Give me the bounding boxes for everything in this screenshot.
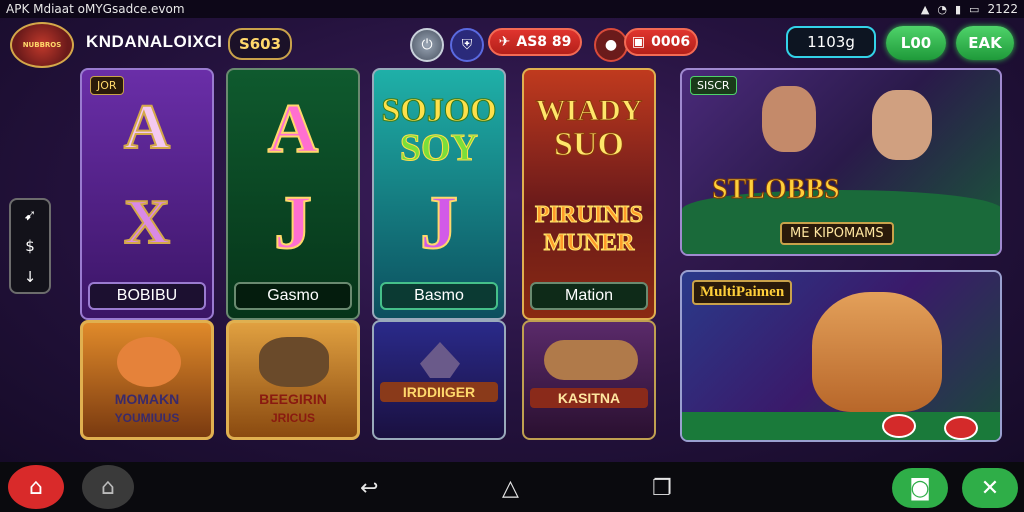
feature-banner[interactable]: MultiPaimen	[680, 270, 1002, 442]
feature-subtitle: ME KIPOMAMS	[780, 222, 894, 245]
chip-icon	[882, 414, 916, 438]
chat-icon[interactable]: ◙	[892, 468, 948, 508]
game-top-art: SOJOO	[381, 92, 497, 130]
feature-tag: SISCR	[690, 76, 737, 95]
logo-text: NUBBROS	[22, 41, 62, 49]
dollar-icon[interactable]: $	[25, 237, 35, 255]
feature-title: MultiPaimen	[692, 280, 793, 305]
login-button-label: L00	[900, 34, 932, 52]
signal-icon: ▮	[954, 2, 962, 16]
game-middle-art: X	[123, 185, 171, 258]
brand-title: KNDANALOIXCI	[86, 32, 223, 51]
mini-game-card[interactable]: KASITNA	[522, 320, 656, 440]
home-nav-icon[interactable]: △	[502, 476, 519, 501]
game-middle-art: J	[273, 180, 313, 266]
game-middle-art: J	[419, 180, 459, 266]
mini-game-card[interactable]: MOMAKN YOUMIUUS	[80, 320, 214, 440]
home-icon[interactable]: ⌂	[8, 465, 64, 509]
login-button[interactable]: L00	[886, 26, 946, 60]
game-card[interactable]: JOR A X BOBIBU	[80, 68, 214, 320]
game-label: Gasmo	[234, 282, 352, 310]
app-logo[interactable]: NUBBROS	[10, 22, 74, 68]
mini-game-card[interactable]: IRDDIIGER	[372, 320, 506, 440]
game-top-art: WIADY	[535, 94, 643, 128]
mini-game-title: BEEGIRIN	[259, 391, 327, 407]
bottom-navigation: ⌂ ⌂ ↩ △ ❐ ◙ ✕	[0, 462, 1024, 512]
game-top-art-2: SUO	[554, 126, 625, 164]
cat-character-icon	[117, 337, 181, 387]
status-left-text: APK Mdiaat oMYGsadce.evom	[6, 2, 185, 16]
dealer-avatar	[762, 86, 816, 152]
chip-icon	[944, 416, 978, 440]
android-icon: ▲	[920, 2, 930, 16]
status-time: 2122	[987, 2, 1018, 16]
feature-banner[interactable]: SISCR STLOBBS ME KIPOMAMS	[680, 68, 1002, 256]
garage-icon[interactable]: ⌂	[82, 465, 134, 509]
back-button[interactable]: EAK	[956, 26, 1014, 60]
close-icon[interactable]: ✕	[962, 468, 1018, 508]
coin-balance[interactable]: S603	[228, 28, 292, 60]
side-navigation: ➹ $ ↓	[9, 198, 51, 294]
mini-game-title: IRDDIIGER	[380, 382, 498, 402]
feature-title: STLOBBS	[712, 174, 841, 206]
game-middle-art: PIRUINIS	[534, 202, 644, 229]
cats-character-icon	[544, 340, 638, 380]
mini-game-subtitle: YOUMIUUS	[114, 411, 180, 425]
back-icon[interactable]: ↩	[360, 476, 378, 501]
mini-game-card[interactable]: BEEGIRIN JRICUS	[226, 320, 360, 440]
wifi-icon: ◔	[937, 2, 947, 16]
game-top-art-2: SOY	[399, 127, 479, 170]
back-button-label: EAK	[968, 34, 1002, 52]
game-card[interactable]: SOJOO SOY J Basmo	[372, 68, 506, 320]
shield-icon[interactable]: ⛨	[450, 28, 484, 62]
game-card[interactable]: WIADY SUO PIRUINIS MUNER Mation	[522, 68, 656, 320]
game-top-art: A	[267, 90, 320, 169]
arrow-icon[interactable]: ➹	[24, 206, 37, 224]
level-pill-value: 1103g	[807, 33, 855, 51]
game-top-art: A	[123, 90, 171, 163]
plane-icon: ✈	[498, 34, 511, 50]
game-label: Basmo	[380, 282, 498, 310]
tiger-character-icon	[812, 292, 942, 412]
coin-balance-value: S603	[238, 35, 282, 53]
game-label: BOBIBU	[88, 282, 206, 310]
down-icon[interactable]: ↓	[24, 268, 37, 286]
gem-icon[interactable]: ●	[594, 28, 628, 62]
mini-game-subtitle: JRICUS	[270, 411, 315, 425]
gift-pill[interactable]: ▣ 0006	[624, 28, 698, 56]
battery-icon: ▭	[969, 2, 980, 16]
top-bar: NUBBROS KNDANALOIXCI S603 ⏻ ⛨ ✈ AS8 89 ●…	[0, 18, 1024, 68]
mini-game-title: MOMAKN	[114, 391, 180, 407]
gift-icon: ▣	[631, 34, 646, 50]
bonus-pill[interactable]: ✈ AS8 89	[488, 28, 582, 56]
helmet-icon	[420, 342, 460, 378]
recents-icon[interactable]: ❐	[652, 476, 672, 501]
bonus-pill-value: AS8 89	[516, 34, 572, 50]
game-card[interactable]: A J Gasmo	[226, 68, 360, 320]
casino-app: NUBBROS KNDANALOIXCI S603 ⏻ ⛨ ✈ AS8 89 ●…	[0, 18, 1024, 462]
mini-game-title: KASITNA	[530, 388, 648, 408]
game-middle-art-2: MUNER	[543, 230, 635, 257]
game-label: Mation	[530, 282, 648, 310]
player-avatar	[872, 90, 932, 160]
level-pill[interactable]: 1103g	[786, 26, 876, 58]
gift-pill-value: 0006	[651, 34, 691, 50]
power-icon[interactable]: ⏻	[410, 28, 444, 62]
status-bar: APK Mdiaat oMYGsadce.evom ▲ ◔ ▮ ▭ 2122	[0, 0, 1024, 18]
dog-character-icon	[259, 337, 329, 387]
